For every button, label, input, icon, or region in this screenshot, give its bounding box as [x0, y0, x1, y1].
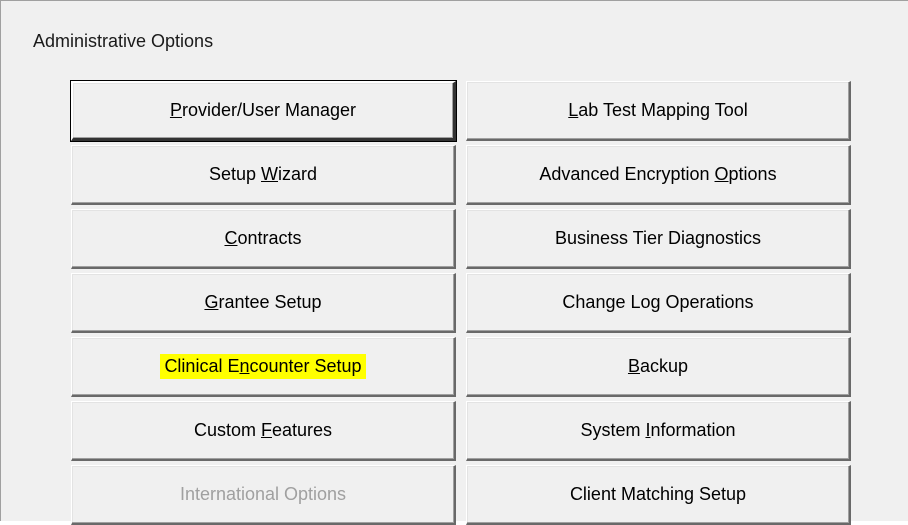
button-label: Custom Features	[193, 420, 333, 440]
lab-test-mapping-tool-button[interactable]: Lab Test Mapping Tool	[466, 81, 851, 141]
button-label: Contracts	[224, 228, 302, 248]
button-label: Backup	[627, 356, 689, 376]
custom-features-button[interactable]: Custom Features	[71, 401, 456, 461]
button-label: Business Tier Diagnostics	[554, 228, 762, 248]
button-label: Lab Test Mapping Tool	[568, 100, 748, 120]
provider-user-manager-button[interactable]: Provider/User Manager	[70, 80, 457, 142]
button-label: Client Matching Setup	[569, 484, 747, 504]
button-label: Change Log Operations	[562, 292, 754, 312]
client-matching-setup-button[interactable]: Client Matching Setup	[466, 465, 851, 525]
button-label: Provider/User Manager	[169, 100, 357, 120]
button-label: Setup Wizard	[208, 164, 318, 184]
clinical-encounter-setup-button[interactable]: Clinical Encounter Setup	[71, 337, 456, 397]
business-tier-diagnostics-button[interactable]: Business Tier Diagnostics	[466, 209, 851, 269]
button-label: System Information	[580, 420, 736, 440]
advanced-encryption-options-button[interactable]: Advanced Encryption Options	[466, 145, 851, 205]
backup-button[interactable]: Backup	[466, 337, 851, 397]
international-options-button: International Options	[71, 465, 456, 525]
administrative-options-dialog: Administrative Options Provider/User Man…	[0, 0, 908, 525]
group-title: Administrative Options	[33, 31, 214, 51]
setup-wizard-button[interactable]: Setup Wizard	[71, 145, 456, 205]
contracts-button[interactable]: Contracts	[71, 209, 456, 269]
button-label: International Options	[179, 484, 347, 504]
change-log-operations-button[interactable]: Change Log Operations	[466, 273, 851, 333]
button-label: Grantee Setup	[204, 292, 322, 312]
button-label-highlighted: Clinical Encounter Setup	[160, 354, 366, 379]
button-label: Advanced Encryption Options	[539, 164, 777, 184]
system-information-button[interactable]: System Information	[466, 401, 851, 461]
grantee-setup-button[interactable]: Grantee Setup	[71, 273, 456, 333]
